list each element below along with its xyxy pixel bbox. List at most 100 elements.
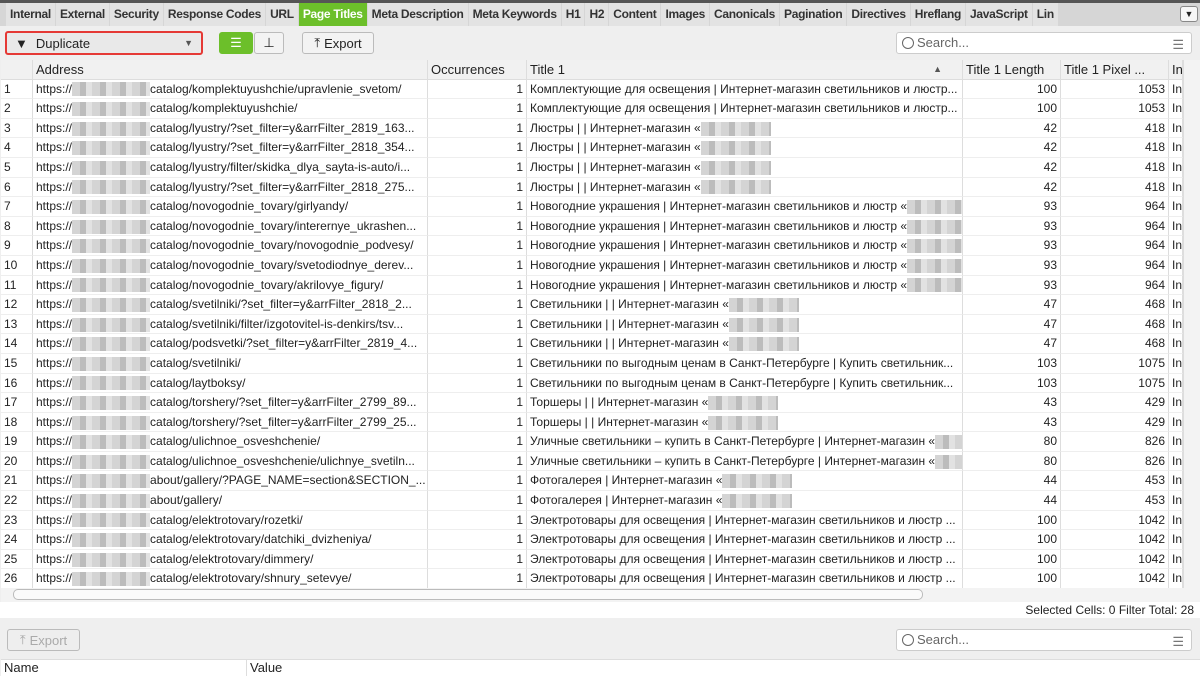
table-row[interactable]: 1 https:// catalog/komplektuyushchie/uprav… <box>1 79 1183 100</box>
redacted-domain <box>72 278 151 293</box>
sliders-icon[interactable]: ☰ <box>1172 632 1184 652</box>
table-row[interactable]: 3 https:// catalog/lyustry/?set_filter=y&a… <box>1 118 1183 139</box>
tab-pagination[interactable]: Pagination <box>780 3 847 26</box>
in-cell: In <box>1169 569 1183 588</box>
redacted-domain <box>72 454 151 469</box>
address-cell-text: https:// <box>36 493 73 508</box>
table-row[interactable]: 9 https:// catalog/novogodnie_tovary/novog… <box>1 236 1183 256</box>
table-row[interactable]: 7 https:// catalog/novogodnie_tovary/girly… <box>1 197 1183 217</box>
table-row[interactable]: 15 https:// catalog/svetilniki/1 Светильник… <box>1 353 1183 374</box>
bottom-search-input[interactable]: Search... ☰ <box>896 629 1192 651</box>
row-number: 5 <box>1 157 33 178</box>
tab-canonicals[interactable]: Canonicals <box>710 3 780 26</box>
in-cell: In <box>1169 491 1183 511</box>
row-number-text: 15 <box>4 355 18 370</box>
tab-images[interactable]: Images <box>661 3 709 26</box>
table-row[interactable]: 11 https:// catalog/novogodnie_tovary/akri… <box>1 275 1183 296</box>
address-path: catalog/torshery/?set_filter=y&arrFilter… <box>150 414 417 429</box>
column-header-3[interactable]: Title 1 ▲ <box>527 60 963 79</box>
title-cell-text: Светильники по выгодным ценам в Санкт-Пе… <box>530 355 954 370</box>
title-cell-text: Люстры | | Интернет-магазин « <box>530 159 701 174</box>
list-view-button[interactable]: ☰ <box>219 32 253 54</box>
column-name[interactable]: Name <box>1 660 247 676</box>
table-row[interactable]: 10 https:// catalog/novogodnie_tovary/svet… <box>1 255 1183 276</box>
table-row[interactable]: 14 https:// catalog/podsvetki/?set_filter=… <box>1 334 1183 354</box>
occurrences-cell: 1 <box>428 216 527 237</box>
sliders-icon[interactable]: ☰ <box>1172 35 1184 55</box>
tab-h1[interactable]: H1 <box>561 3 585 26</box>
table-row[interactable]: 8 https:// catalog/novogodnie_tovary/inter… <box>1 216 1183 237</box>
tab-lin[interactable]: Lin <box>1032 3 1058 26</box>
table-row[interactable]: 2 https:// catalog/komplektuyushchie/1 Комп… <box>1 99 1183 119</box>
bottom-export-button[interactable]: ⤒ Export <box>7 629 80 651</box>
tab-directives[interactable]: Directives <box>847 3 910 26</box>
column-header-5[interactable]: Title 1 Pixel ... <box>1061 60 1169 79</box>
tab-page-titles[interactable]: Page Titles <box>298 3 367 26</box>
table-row[interactable]: 16 https:// catalog/laytboksy/1 Светильники… <box>1 373 1183 394</box>
tab-content[interactable]: Content <box>609 3 661 26</box>
table-row[interactable]: 17 https:// catalog/torshery/?set_filter=y… <box>1 393 1183 413</box>
table-row[interactable]: 19 https:// catalog/ulichnoe_osveshchenie/… <box>1 432 1183 452</box>
row-number: 20 <box>1 451 33 472</box>
tab-h2[interactable]: H2 <box>585 3 609 26</box>
column-value[interactable]: Value <box>247 660 547 676</box>
filter-dropdown[interactable]: ▼ Duplicate ▼ <box>5 31 203 55</box>
table-row[interactable]: 20 https:// catalog/ulichnoe_osveshchenie/… <box>1 451 1183 472</box>
title-cell: Электротовары для освещения | Интернет-м… <box>527 549 963 570</box>
address-path: catalog/svetilniki/?set_filter=y&arrFilt… <box>150 297 412 312</box>
title-pixel-width-cell-text: 1075 <box>1138 375 1165 390</box>
tab-javascript[interactable]: JavaScript <box>966 3 1032 26</box>
tab-url[interactable]: URL <box>266 3 298 26</box>
column-header-4[interactable]: Title 1 Length <box>963 60 1061 79</box>
table-row[interactable]: 21 https:// about/gallery/?PAGE_NAME=secti… <box>1 471 1183 492</box>
table-row[interactable]: 22 https:// about/gallery/1 Фотогалерея | И… <box>1 491 1183 511</box>
row-number: 8 <box>1 216 33 237</box>
table-row[interactable]: 24 https:// catalog/elektrotovary/datchiki… <box>1 530 1183 550</box>
table-row[interactable]: 12 https:// catalog/svetilniki/?set_filter… <box>1 295 1183 315</box>
table-row[interactable]: 6 https:// catalog/lyustry/?set_filter=y&a… <box>1 177 1183 198</box>
occurrences-cell-text: 1 <box>516 179 523 194</box>
tree-view-button[interactable]: ⊥ <box>254 32 284 54</box>
column-header-1[interactable]: Address <box>33 60 428 79</box>
tab-external[interactable]: External <box>55 3 109 26</box>
table-row[interactable]: 5 https:// catalog/lyustry/filter/skidka_d… <box>1 157 1183 178</box>
title-length-cell: 100 <box>963 99 1061 119</box>
column-header-0[interactable] <box>1 60 33 79</box>
table-row[interactable]: 26 https:// catalog/elektrotovary/shnury_s… <box>1 569 1183 588</box>
title-cell: Комплектующие для освещения | Интернет-м… <box>527 79 963 100</box>
title-length-cell-text: 93 <box>1043 199 1057 214</box>
address-cell: https:// catalog/svetilniki/ <box>33 353 428 374</box>
row-number-text: 25 <box>4 551 18 566</box>
export-button[interactable]: ⤒ Export <box>302 32 374 54</box>
tab-meta-keywords[interactable]: Meta Keywords <box>468 3 561 26</box>
occurrences-cell: 1 <box>428 295 527 315</box>
search-input[interactable]: Search... ☰ <box>896 32 1192 54</box>
tab-response-codes[interactable]: Response Codes <box>163 3 266 26</box>
column-header-6[interactable]: In <box>1169 60 1183 79</box>
redacted-domain <box>72 435 151 450</box>
table-row[interactable]: 13 https:// catalog/svetilniki/filter/izgo… <box>1 314 1183 335</box>
occurrences-cell: 1 <box>428 157 527 178</box>
table-row[interactable]: 25 https:// catalog/elektrotovary/dimmery/… <box>1 549 1183 570</box>
table-row[interactable]: 23 https:// catalog/elektrotovary/rozetki/… <box>1 510 1183 531</box>
redacted-domain <box>72 337 151 352</box>
tab-meta-description[interactable]: Meta Description <box>367 3 468 26</box>
tabs-overflow-button[interactable]: ▼ <box>1180 6 1198 22</box>
table-row[interactable]: 18 https:// catalog/torshery/?set_filter=y… <box>1 412 1183 433</box>
redacted-domain <box>72 82 151 97</box>
scroll-thumb[interactable] <box>13 589 923 600</box>
column-header-2[interactable]: Occurrences <box>428 60 527 79</box>
vertical-scrollbar[interactable] <box>1183 60 1200 588</box>
tab-security[interactable]: Security <box>109 3 163 26</box>
redacted-domain <box>72 533 151 548</box>
tab-hreflang[interactable]: Hreflang <box>910 3 966 26</box>
table-row[interactable]: 4 https:// catalog/lyustry/?set_filter=y&a… <box>1 138 1183 158</box>
redacted-brand <box>708 415 779 430</box>
in-cell: In <box>1169 275 1183 296</box>
tab-internal[interactable]: Internal <box>6 3 55 26</box>
title-cell: Торшеры | | Интернет-магазин « <box>527 393 963 413</box>
in-cell-text: In <box>1172 375 1183 390</box>
horizontal-scrollbar[interactable] <box>1 588 1200 602</box>
address-cell-text: https:// <box>36 179 73 194</box>
row-number: 9 <box>1 236 33 256</box>
